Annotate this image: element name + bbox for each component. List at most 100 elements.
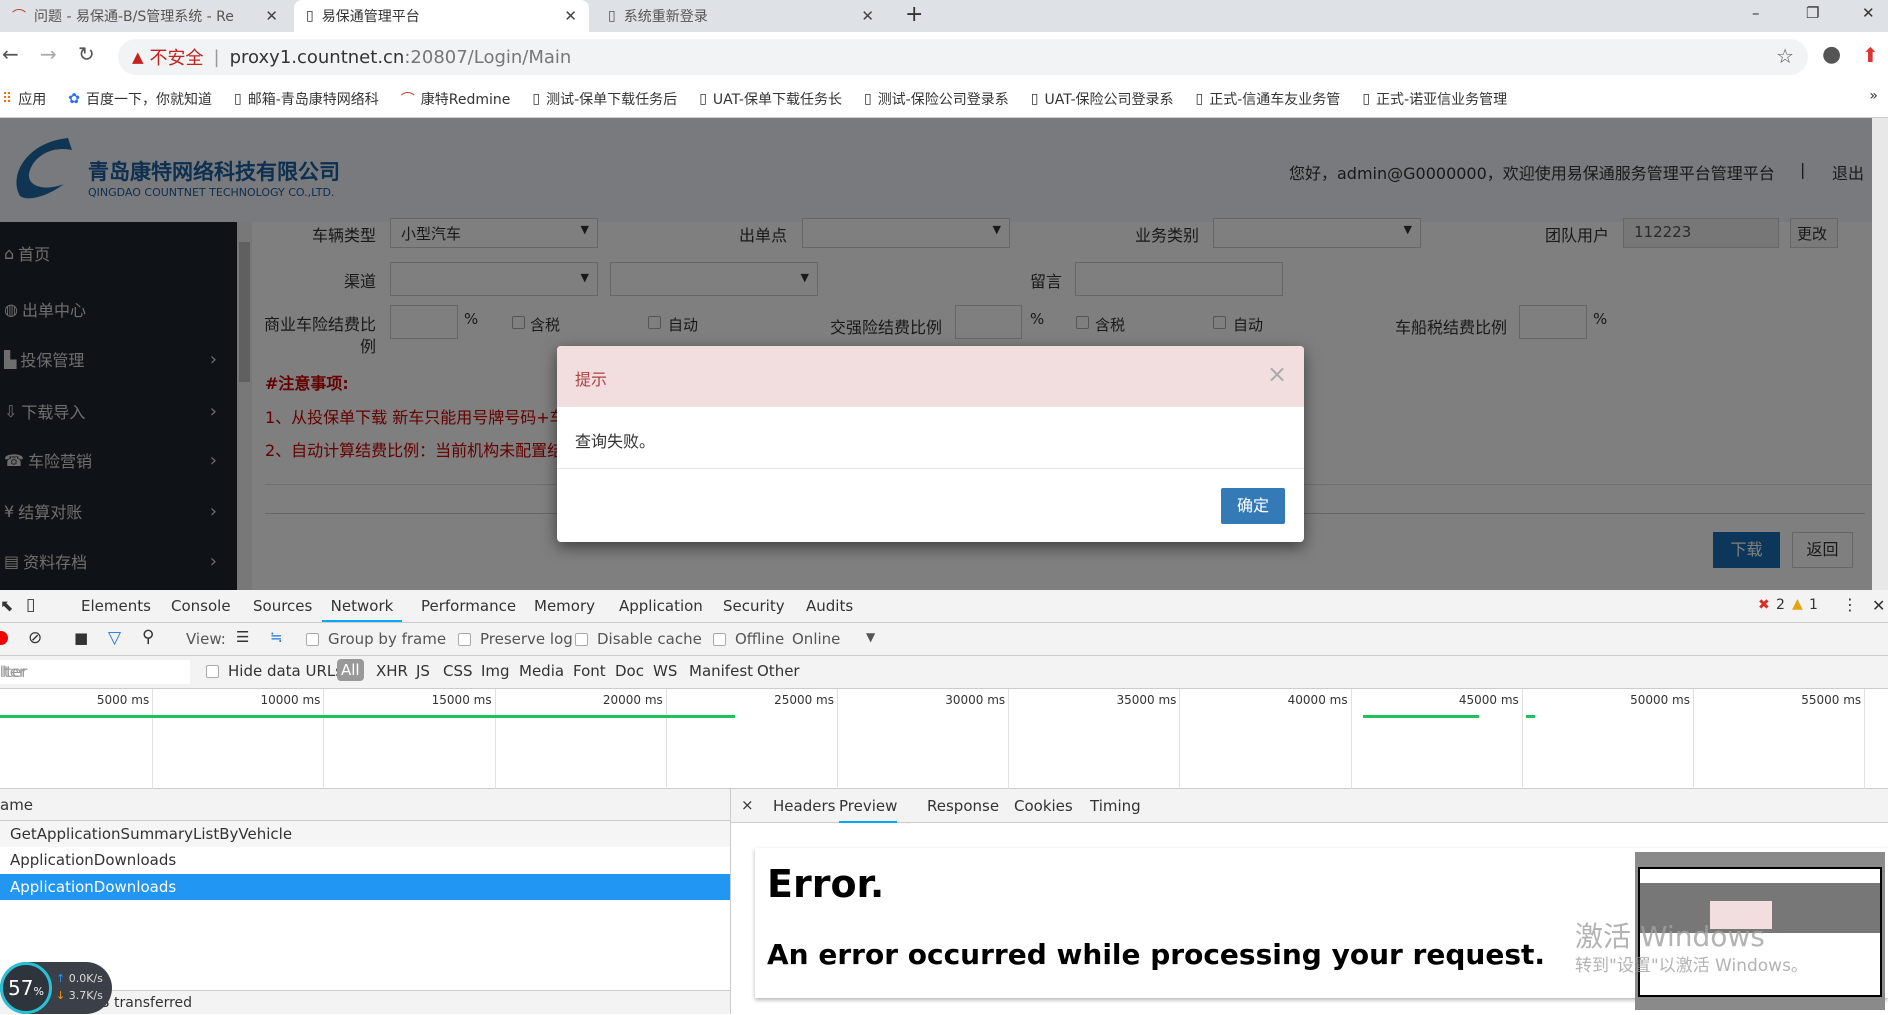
- error-count[interactable]: 2: [1776, 597, 1785, 613]
- group-by-frame-checkbox[interactable]: [306, 633, 319, 646]
- timeline-request-bar: [1525, 715, 1535, 718]
- type-filter[interactable]: Other: [757, 662, 800, 680]
- throttle-select[interactable]: Online: [792, 630, 840, 648]
- tab-timing[interactable]: Timing: [1090, 797, 1141, 815]
- type-filter[interactable]: JS: [416, 662, 430, 680]
- request-row[interactable]: GetApplicationSummaryListByVehicle: [0, 821, 730, 847]
- timeline-tick-label: 30000 ms: [945, 693, 1006, 707]
- type-filter[interactable]: CSS: [443, 662, 473, 680]
- name-column-header[interactable]: ame: [0, 789, 730, 821]
- type-filter[interactable]: Media: [519, 662, 564, 680]
- offline-checkbox[interactable]: [713, 633, 726, 646]
- url-input[interactable]: ▲ 不安全 | proxy1.countnet.cn:20807/Login/M…: [118, 39, 1808, 75]
- close-icon[interactable]: ×: [1267, 360, 1287, 388]
- tab-sources[interactable]: Sources: [253, 590, 312, 622]
- tab-cookies[interactable]: Cookies: [1014, 797, 1073, 815]
- search-icon[interactable]: ⚲: [142, 627, 154, 647]
- network-overview-timeline[interactable]: 5000 ms 10000 ms 15000 ms 20000 ms 25000 ms 3…: [0, 689, 1888, 789]
- reload-icon[interactable]: ↻: [78, 42, 95, 66]
- timeline-tick: 50000 ms: [1523, 689, 1694, 789]
- filter-input[interactable]: [0, 660, 190, 684]
- close-tab-icon[interactable]: ✕: [265, 7, 278, 25]
- devtools-tabbar: ⬉ ▯ Elements Console Sources Network Per…: [0, 590, 1888, 623]
- bookmark-apps[interactable]: ⠿ 应用: [2, 89, 46, 109]
- type-filter[interactable]: WS: [653, 662, 677, 680]
- download-speed: ↓ 3.7K/s: [56, 989, 103, 1002]
- hide-data-urls-checkbox[interactable]: [206, 665, 219, 678]
- profile-icon[interactable]: ●: [1822, 42, 1841, 67]
- net-speed-widget[interactable]: 57% ↑ 0.0K/s ↓ 3.7K/s: [0, 962, 112, 1014]
- tab-elements[interactable]: Elements: [81, 590, 151, 622]
- close-detail-icon[interactable]: ×: [741, 796, 754, 814]
- tab-security[interactable]: Security: [723, 590, 785, 622]
- tab-preview[interactable]: Preview: [839, 797, 898, 823]
- bookmark[interactable]: ⌒ 康特Redmine: [401, 89, 511, 109]
- bookmark[interactable]: ▯ UAT-保单下载任务长: [699, 89, 842, 109]
- bookmark[interactable]: ▯ 邮箱-青岛康特网络科: [234, 89, 379, 109]
- type-filter-all[interactable]: All: [337, 659, 364, 681]
- type-filter[interactable]: Img: [481, 662, 510, 680]
- close-window-button[interactable]: ✕: [1862, 4, 1875, 22]
- bookmark[interactable]: ▯ 正式-诺亚信业务管理: [1362, 89, 1507, 109]
- preserve-log-checkbox[interactable]: [458, 633, 471, 646]
- bookmark[interactable]: ▯ 正式-信通车友业务管: [1196, 89, 1341, 109]
- back-icon[interactable]: ←: [2, 42, 19, 66]
- more-menu-icon[interactable]: ⋮: [1842, 595, 1858, 614]
- timeline-tick: 15000 ms: [325, 689, 496, 789]
- disable-cache-checkbox[interactable]: [575, 633, 588, 646]
- timeline-tick: 30000 ms: [838, 689, 1010, 789]
- bookmark[interactable]: ▯ 测试-保险公司登录系: [864, 89, 1009, 109]
- timeline-tick-label: 10000 ms: [260, 693, 321, 707]
- new-tab-button[interactable]: +: [905, 2, 923, 27]
- close-devtools-icon[interactable]: ✕: [1872, 596, 1885, 615]
- list-view-icon[interactable]: ☰: [236, 628, 249, 646]
- page-icon: ▯: [863, 90, 872, 107]
- waterfall-view-icon[interactable]: ≒: [270, 628, 283, 646]
- filter-icon[interactable]: ▽: [108, 628, 121, 648]
- tab-memory[interactable]: Memory: [534, 590, 595, 622]
- timeline-tick: 45000 ms: [1352, 689, 1523, 789]
- type-filter[interactable]: Manifest: [689, 662, 753, 680]
- device-toggle-icon[interactable]: ▯: [26, 595, 35, 615]
- close-tab-icon[interactable]: ✕: [564, 7, 577, 25]
- clear-icon[interactable]: ⊘: [28, 628, 42, 648]
- page-scrollbar[interactable]: [1872, 118, 1888, 590]
- tab-application[interactable]: Application: [619, 590, 703, 622]
- browser-tab-active[interactable]: ▯ 易保通管理平台 ✕: [294, 0, 589, 32]
- tab-network[interactable]: Network: [322, 590, 402, 622]
- timeline-tick: 20000 ms: [496, 689, 667, 789]
- chevron-down-icon[interactable]: ▼: [866, 630, 875, 644]
- error-heading: Error.: [767, 862, 885, 906]
- tab-audits[interactable]: Audits: [806, 590, 853, 622]
- tab-headers[interactable]: Headers: [773, 797, 835, 815]
- maximize-button[interactable]: ❐: [1806, 4, 1819, 22]
- record-icon[interactable]: [0, 631, 8, 645]
- warning-count[interactable]: 1: [1809, 597, 1818, 613]
- forward-icon[interactable]: →: [40, 42, 57, 66]
- bookmarks-more[interactable]: »: [1869, 88, 1878, 104]
- inspect-icon[interactable]: ⬉: [0, 596, 13, 615]
- update-icon[interactable]: ⬆: [1862, 43, 1879, 67]
- type-filter[interactable]: Doc: [615, 662, 644, 680]
- bookmark[interactable]: ▯ UAT-保险公司登录系: [1031, 89, 1174, 109]
- camera-icon[interactable]: ■: [74, 629, 88, 647]
- browser-tab[interactable]: ⌒ 问题 - 易保通-B/S管理系统 - Re ✕: [0, 0, 290, 32]
- browser-tab[interactable]: ▯ 系统重新登录 ✕: [596, 0, 886, 32]
- bookmark[interactable]: ✿ 百度一下，你就知道: [68, 89, 212, 109]
- dialog-message: 查询失败。: [575, 432, 656, 451]
- request-row-selected[interactable]: ApplicationDownloads: [0, 874, 730, 900]
- close-tab-icon[interactable]: ✕: [861, 7, 874, 25]
- bookmark[interactable]: ▯ 测试-保单下载任务后: [532, 89, 677, 109]
- tab-performance[interactable]: Performance: [421, 590, 516, 622]
- type-filter[interactable]: XHR: [376, 662, 408, 680]
- type-filter[interactable]: Font: [573, 662, 606, 680]
- redmine-icon: ⌒: [12, 9, 26, 25]
- minimize-button[interactable]: –: [1752, 4, 1760, 22]
- bookmark-star-icon[interactable]: ☆: [1776, 44, 1794, 68]
- tab-console[interactable]: Console: [171, 590, 231, 622]
- windows-watermark: 激活 Windows: [1575, 920, 1765, 953]
- ok-button[interactable]: 确定: [1221, 488, 1285, 524]
- timeline-tick-label: 25000 ms: [774, 693, 834, 707]
- tab-response[interactable]: Response: [927, 797, 999, 815]
- request-row[interactable]: ApplicationDownloads: [0, 847, 730, 873]
